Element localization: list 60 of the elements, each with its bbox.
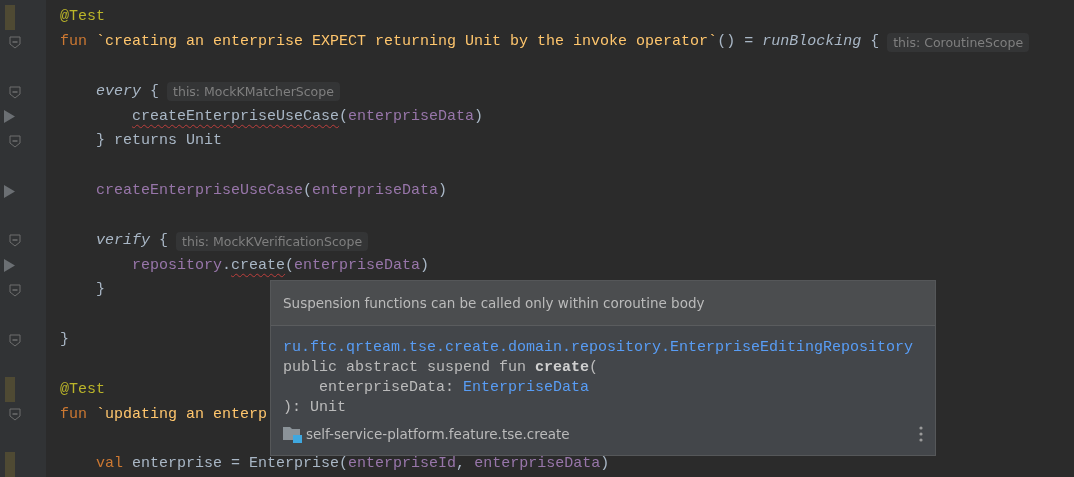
- module-folder-icon: [283, 425, 302, 443]
- code-token: runBlocking: [762, 32, 862, 52]
- code-token: enterpriseData: [348, 106, 475, 127]
- doc-link[interactable]: EnterpriseData: [463, 376, 590, 400]
- module-name: self-service-platform.feature.tse.create: [306, 425, 571, 444]
- code-token: {: [159, 230, 169, 251]
- fold-icon[interactable]: [9, 408, 21, 422]
- code-token: {: [870, 32, 880, 52]
- code-token: enterpriseData: [312, 181, 439, 202]
- doc-text: (: [589, 357, 599, 378]
- code-token: verify: [96, 230, 151, 251]
- code-token: enterpriseId: [348, 454, 457, 475]
- fold-icon[interactable]: [9, 85, 21, 99]
- code-token: {: [150, 81, 160, 102]
- doc-link[interactable]: ru.ftc.qrteam.tse.create.domain.repository.EnterpriseEditingRepository: [283, 336, 914, 360]
- code-token: }: [60, 330, 69, 351]
- inlay-hint: this: CoroutineScope: [887, 32, 1030, 52]
- code-token: (: [339, 106, 349, 127]
- code-token: enterpriseData: [294, 255, 421, 276]
- inlay-hint: this: MockKMatcherScope: [167, 82, 340, 102]
- code-token: repository: [132, 255, 223, 276]
- code-token: @Test: [60, 379, 105, 400]
- code-token: ,: [456, 454, 467, 475]
- fold-icon[interactable]: [9, 234, 21, 248]
- code-token: ): [420, 255, 430, 276]
- code-token: (: [285, 255, 295, 276]
- code-token: enterpriseData: [474, 454, 601, 475]
- doc-text: ): Unit: [283, 397, 346, 418]
- code-token: @Test: [60, 7, 105, 28]
- code-token: `updating an enterp: [96, 404, 268, 425]
- fold-icon[interactable]: [9, 35, 21, 49]
- code-token: `creating an enterprise EXPECT returning Unit by the invoke operator`: [96, 32, 718, 52]
- more-options-icon[interactable]: [919, 426, 923, 443]
- doc-text: create: [535, 357, 590, 378]
- code-token: every: [96, 81, 142, 102]
- code-token: fun: [60, 404, 88, 425]
- code-token: ): [438, 181, 448, 202]
- run-arrow-icon[interactable]: [4, 259, 15, 273]
- code-token: enterprise = Enterprise(: [132, 454, 349, 475]
- code-token: ): [474, 106, 484, 127]
- code-token: fun: [60, 32, 88, 52]
- code-token: ): [600, 454, 610, 475]
- run-arrow-icon[interactable]: [4, 110, 15, 124]
- code-token: () =: [717, 32, 755, 52]
- fold-icon[interactable]: [9, 333, 21, 347]
- code-token: val: [96, 454, 125, 475]
- error-message: Suspension functions can be called only within coroutine body: [283, 293, 705, 313]
- code-token: }: [96, 280, 106, 301]
- code-token: .: [222, 255, 232, 276]
- inlay-hint: this: MockKVerificationScope: [176, 231, 369, 251]
- doc-text: enterpriseData:: [318, 377, 456, 398]
- fold-icon[interactable]: [9, 284, 21, 298]
- fold-icon[interactable]: [9, 135, 21, 149]
- code-token: createEnterpriseUseCase: [96, 181, 304, 202]
- run-arrow-icon[interactable]: [4, 184, 15, 198]
- doc-text: public abstract suspend fun: [283, 357, 528, 378]
- code-token: createEnterpriseUseCase: [132, 106, 340, 127]
- code-token: } returns Unit: [96, 131, 223, 152]
- code-token: create: [231, 255, 286, 276]
- code-token: (: [303, 181, 313, 202]
